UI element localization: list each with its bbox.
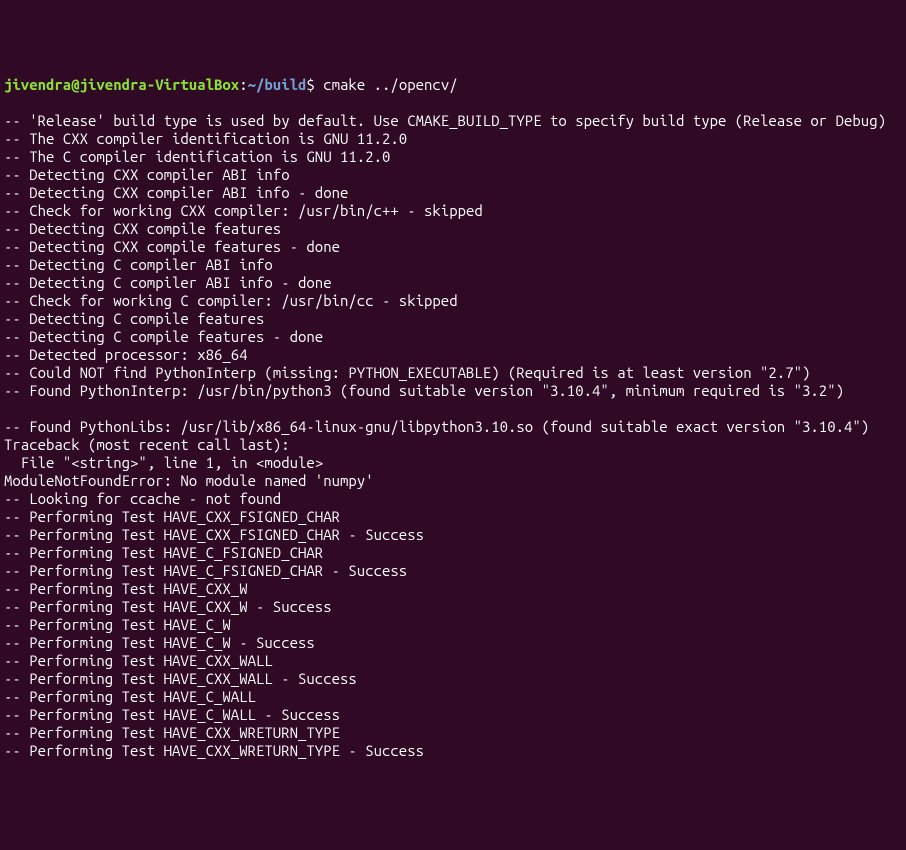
terminal-output-line: -- Performing Test HAVE_CXX_FSIGNED_CHAR	[4, 508, 902, 526]
terminal-output-line: -- Performing Test HAVE_C_FSIGNED_CHAR	[4, 544, 902, 562]
terminal-output-area[interactable]: -- 'Release' build type is used by defau…	[4, 112, 902, 760]
terminal-output-line: -- Performing Test HAVE_CXX_FSIGNED_CHAR…	[4, 526, 902, 544]
terminal-output-line: -- Could NOT find PythonInterp (missing:…	[4, 364, 902, 382]
terminal-output-line: -- Looking for ccache - not found	[4, 490, 902, 508]
prompt-space	[315, 76, 323, 93]
terminal-output-line: Traceback (most recent call last):	[4, 436, 902, 454]
terminal-output-line: -- Detecting C compiler ABI info	[4, 256, 902, 274]
terminal-output-line: -- Detecting CXX compile features - done	[4, 238, 902, 256]
terminal-output-line: -- Performing Test HAVE_C_W - Success	[4, 634, 902, 652]
terminal-output-line: -- Detecting CXX compiler ABI info	[4, 166, 902, 184]
terminal-output-line: -- Performing Test HAVE_C_WALL - Success	[4, 706, 902, 724]
terminal-output-line: -- Performing Test HAVE_CXX_W - Success	[4, 598, 902, 616]
terminal-output-line: -- Check for working C compiler: /usr/bi…	[4, 292, 902, 310]
prompt-dollar: $	[306, 76, 314, 93]
terminal-output-line	[4, 400, 902, 418]
terminal-output-line: -- The C compiler identification is GNU …	[4, 148, 902, 166]
terminal-output-line: -- Detecting C compile features - done	[4, 328, 902, 346]
terminal-output-line: -- Performing Test HAVE_CXX_WRETURN_TYPE…	[4, 742, 902, 760]
prompt-colon: :	[239, 76, 247, 93]
terminal-output-line: -- Performing Test HAVE_C_WALL	[4, 688, 902, 706]
terminal-output-line: -- Detected processor: x86_64	[4, 346, 902, 364]
terminal-output-line: -- Performing Test HAVE_CXX_W	[4, 580, 902, 598]
terminal-output-line: -- Detecting C compiler ABI info - done	[4, 274, 902, 292]
prompt-path: ~/build	[248, 76, 307, 93]
terminal-output-line: -- Performing Test HAVE_C_W	[4, 616, 902, 634]
terminal-output-line: File "<string>", line 1, in <module>	[4, 454, 902, 472]
terminal-output-line: -- Performing Test HAVE_CXX_WALL - Succe…	[4, 670, 902, 688]
terminal-output-line: -- Found PythonInterp: /usr/bin/python3 …	[4, 382, 902, 400]
terminal-command[interactable]: cmake ../opencv/	[323, 76, 457, 93]
prompt-user-host: jivendra@jivendra-VirtualBox	[4, 76, 239, 93]
terminal-prompt-line: jivendra@jivendra-VirtualBox:~/build$ cm…	[4, 76, 902, 94]
terminal-output-line: -- Detecting CXX compiler ABI info - don…	[4, 184, 902, 202]
terminal-output-line: -- The CXX compiler identification is GN…	[4, 130, 902, 148]
terminal-output-line: -- Performing Test HAVE_CXX_WRETURN_TYPE	[4, 724, 902, 742]
terminal-output-line: ModuleNotFoundError: No module named 'nu…	[4, 472, 902, 490]
terminal-output-line: -- 'Release' build type is used by defau…	[4, 112, 902, 130]
terminal-output-line: -- Found PythonLibs: /usr/lib/x86_64-lin…	[4, 418, 902, 436]
terminal-output-line: -- Performing Test HAVE_C_FSIGNED_CHAR -…	[4, 562, 902, 580]
terminal-output-line: -- Check for working CXX compiler: /usr/…	[4, 202, 902, 220]
terminal-output-line: -- Detecting CXX compile features	[4, 220, 902, 238]
terminal-output-line: -- Detecting C compile features	[4, 310, 902, 328]
terminal-output-line: -- Performing Test HAVE_CXX_WALL	[4, 652, 902, 670]
